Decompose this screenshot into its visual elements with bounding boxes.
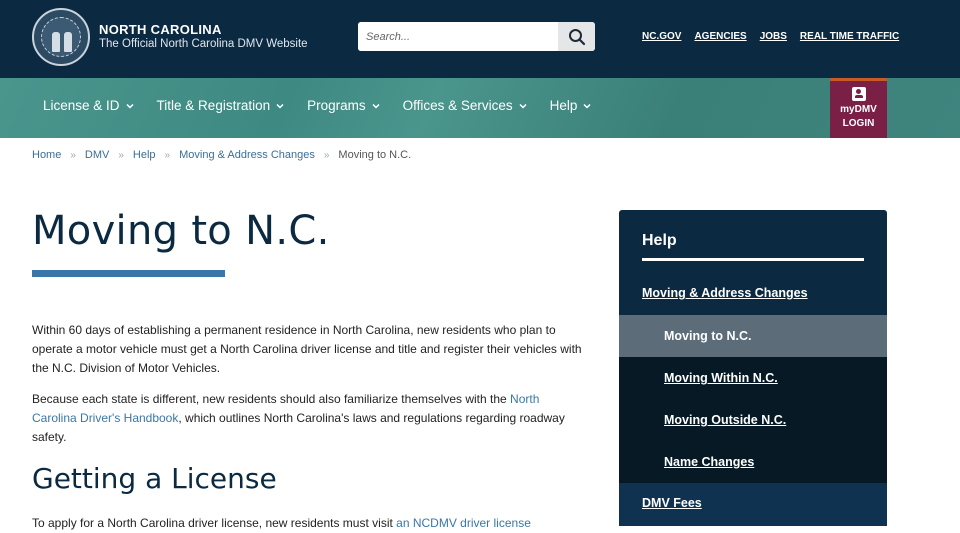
- nav-label: Help: [549, 98, 578, 113]
- license-paragraph: To apply for a North Carolina driver lic…: [32, 514, 587, 533]
- nav-label: License & ID: [43, 98, 120, 113]
- search-icon: [568, 28, 585, 45]
- breadcrumb-separator: »: [323, 149, 330, 161]
- utility-links: NC.GOV AGENCIES JOBS REAL TIME TRAFFIC: [642, 31, 899, 42]
- mydmv-login-button[interactable]: myDMV LOGIN: [830, 78, 887, 138]
- sidebar-title-rule: [642, 258, 864, 261]
- intro-paragraph: Within 60 days of establishing a permane…: [32, 323, 582, 375]
- site-header: NORTH CAROLINA The Official North Caroli…: [0, 0, 960, 78]
- breadcrumb-current: Moving to N.C.: [338, 149, 412, 161]
- seal-inner-ring: [41, 17, 81, 57]
- breadcrumb-moving-address-changes[interactable]: Moving & Address Changes: [179, 149, 315, 161]
- nav-label: Offices & Services: [402, 98, 513, 113]
- sidebar-item-moving-address-changes[interactable]: Moving & Address Changes: [619, 274, 887, 315]
- breadcrumb-separator: »: [70, 149, 76, 161]
- title-underline: [32, 270, 225, 277]
- search-input[interactable]: [358, 22, 558, 51]
- main-navigation: License & ID Title & Registration Progra…: [0, 78, 960, 138]
- nav-help[interactable]: Help: [550, 98, 593, 113]
- driver-license-office-link[interactable]: an NCDMV driver license: [396, 516, 531, 530]
- paragraph-text: Because each state is different, new res…: [32, 392, 511, 406]
- sidebar-item-moving-outside-nc[interactable]: Moving Outside N.C.: [619, 399, 887, 441]
- sidebar-item-label: Name Changes: [664, 455, 755, 469]
- sidebar-title: Help: [642, 232, 677, 249]
- sidebar-nav: Help Moving & Address Changes Moving to …: [619, 210, 887, 526]
- chevron-down-icon: [276, 103, 284, 109]
- breadcrumb-help[interactable]: Help: [133, 149, 156, 161]
- nav-programs[interactable]: Programs: [307, 98, 381, 113]
- sidebar-item-label: Moving Within N.C.: [664, 371, 778, 385]
- sidebar-item-label: Moving to N.C.: [664, 329, 752, 343]
- sidebar-item-dmv-fees[interactable]: DMV Fees: [619, 483, 887, 526]
- seal-figure-left-icon: [52, 32, 60, 52]
- handbook-paragraph: Because each state is different, new res…: [32, 390, 587, 447]
- search-button[interactable]: [558, 22, 595, 51]
- nav-title-registration[interactable]: Title & Registration: [157, 98, 286, 113]
- brand-title[interactable]: NORTH CAROLINA: [99, 22, 222, 37]
- nav-offices-services[interactable]: Offices & Services: [403, 98, 528, 113]
- seal-figure-right-icon: [64, 32, 72, 52]
- sidebar-item-moving-within-nc[interactable]: Moving Within N.C.: [619, 357, 887, 399]
- breadcrumb: Home » DMV » Help » Moving & Address Cha…: [32, 149, 411, 161]
- chevron-down-icon: [519, 103, 527, 109]
- link-nc-gov[interactable]: NC.GOV: [642, 31, 681, 42]
- section-heading-getting-license: Getting a License: [32, 462, 277, 495]
- nc-state-seal-logo[interactable]: [32, 8, 90, 66]
- chevron-down-icon: [126, 103, 134, 109]
- nav-label: Title & Registration: [156, 98, 271, 113]
- mydmv-label: myDMV: [840, 104, 877, 115]
- login-label: LOGIN: [842, 118, 875, 129]
- search-box: [358, 22, 595, 51]
- chevron-down-icon: [583, 103, 591, 109]
- nav-label: Programs: [307, 98, 366, 113]
- breadcrumb-separator: »: [164, 149, 171, 161]
- breadcrumb-home[interactable]: Home: [32, 149, 61, 161]
- page-title: Moving to N.C.: [32, 208, 330, 254]
- paragraph-text: To apply for a North Carolina driver lic…: [32, 516, 397, 530]
- nav-license-id[interactable]: License & ID: [43, 98, 135, 113]
- breadcrumb-dmv[interactable]: DMV: [85, 149, 109, 161]
- chevron-down-icon: [372, 103, 380, 109]
- brand-subtitle: The Official North Carolina DMV Website: [99, 38, 308, 50]
- user-badge-icon: [851, 87, 866, 101]
- sidebar-item-label: Moving & Address Changes: [642, 286, 808, 300]
- sidebar-item-label: Moving Outside N.C.: [664, 413, 787, 427]
- link-agencies[interactable]: AGENCIES: [694, 31, 746, 42]
- link-jobs[interactable]: JOBS: [760, 31, 787, 42]
- breadcrumb-separator: »: [118, 149, 124, 161]
- sidebar-item-moving-to-nc[interactable]: Moving to N.C.: [619, 315, 887, 357]
- sidebar-item-label: DMV Fees: [642, 496, 702, 510]
- sidebar-item-name-changes[interactable]: Name Changes: [619, 441, 887, 483]
- link-real-time-traffic[interactable]: REAL TIME TRAFFIC: [800, 31, 899, 42]
